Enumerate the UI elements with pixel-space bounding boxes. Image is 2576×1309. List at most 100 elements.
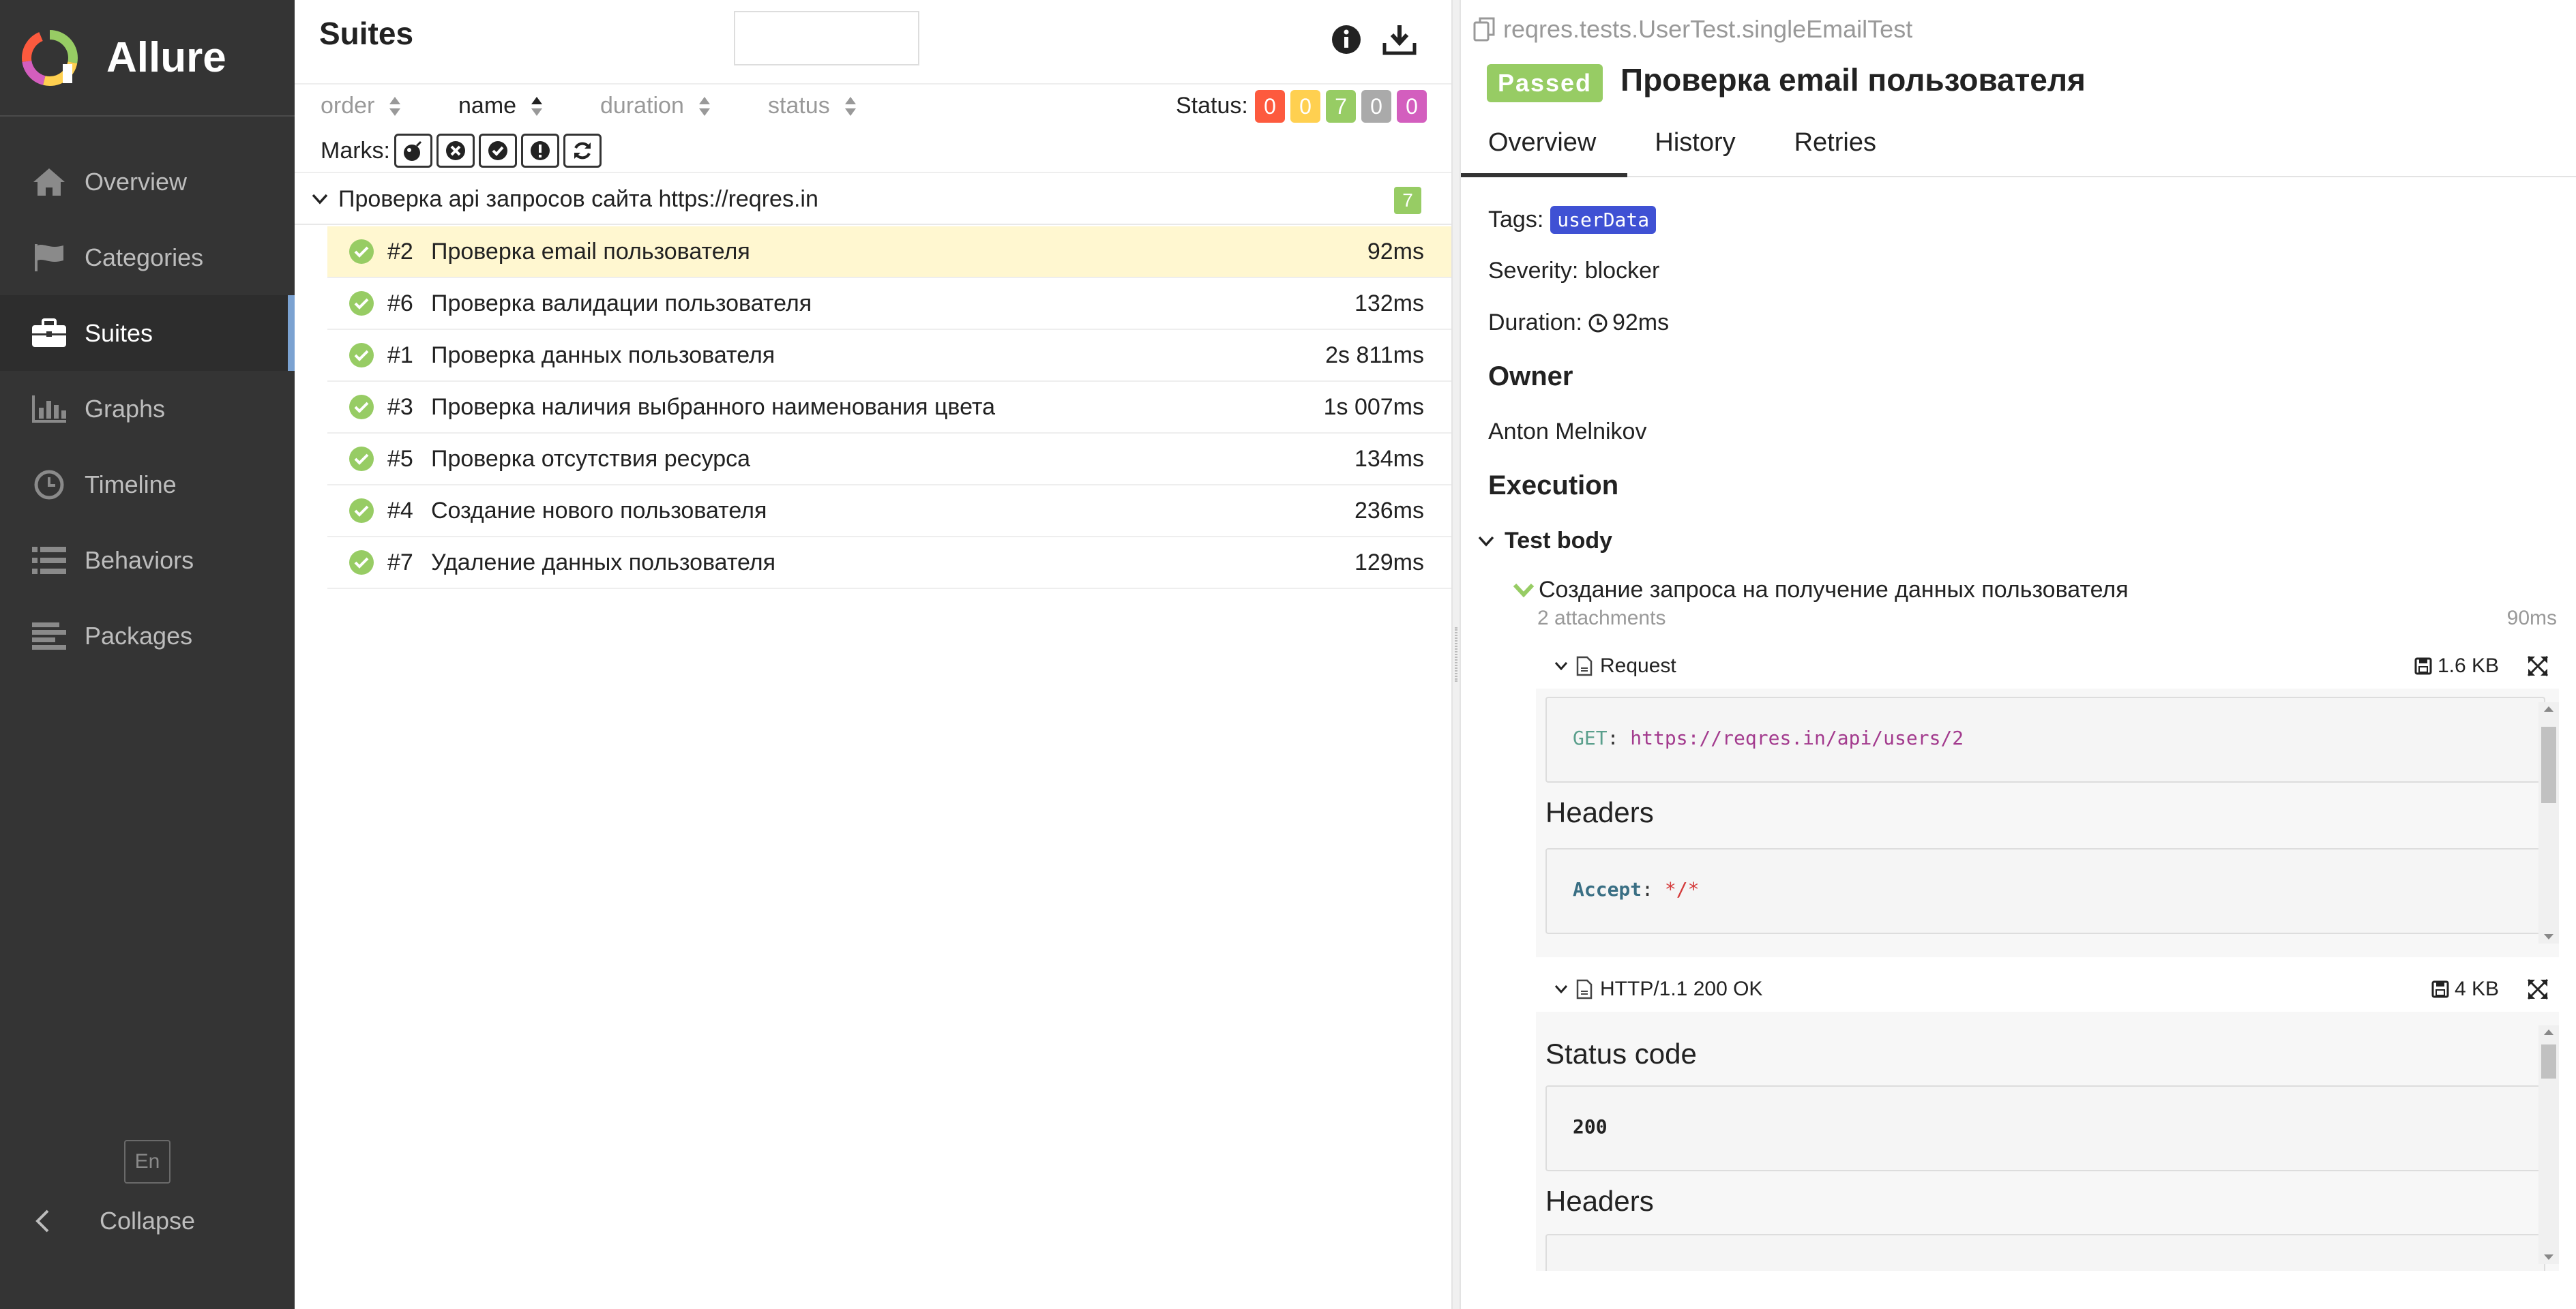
attachment-name: HTTP/1.1 200 OK [1600, 978, 1763, 1000]
scrollbar-thumb[interactable] [2541, 727, 2556, 803]
suite-group-row[interactable]: Проверка api запросов сайта https://reqr… [295, 175, 1451, 225]
attachment-name: Request [1600, 654, 1676, 677]
refresh-icon [574, 142, 591, 160]
sidebar-item-label: Categories [85, 243, 204, 271]
test-row[interactable]: #6 Проверка валидации пользователя 132ms [327, 278, 1451, 330]
tab-overview[interactable]: Overview [1461, 119, 1628, 177]
sort-name[interactable]: name [458, 93, 544, 119]
info-button[interactable] [1326, 19, 1367, 60]
check-circle-icon [349, 498, 374, 523]
chevron-down-icon [1554, 985, 1568, 994]
attachment-size: 4 KB [2431, 978, 2499, 1001]
sort-label: name [458, 93, 517, 119]
test-name: Проверка данных пользователя [431, 342, 775, 368]
request-scrollbar[interactable] [2538, 702, 2559, 944]
status-badge-broken[interactable]: 0 [1290, 90, 1320, 123]
status-badge-skipped[interactable]: 0 [1361, 90, 1391, 123]
sort-bar: order name duration status Status: 0 0 7… [295, 83, 1451, 130]
severity-label: Severity: [1488, 258, 1579, 284]
sidebar-item-categories[interactable]: Categories [0, 220, 295, 295]
test-body-toggle[interactable]: Test body [1477, 528, 1612, 554]
sort-order[interactable]: order [321, 93, 402, 119]
chevron-down-icon [1554, 662, 1568, 671]
brand[interactable]: Allure [0, 0, 295, 117]
suite-group-count: 7 [1394, 187, 1421, 214]
test-name: Создание нового пользователя [431, 497, 767, 524]
test-name: Удаление данных пользователя [431, 549, 776, 575]
sort-icon [531, 96, 543, 116]
test-row[interactable]: #3 Проверка наличия выбранного наименован… [327, 382, 1451, 434]
sort-status[interactable]: status [768, 93, 857, 119]
mark-new-broken-button[interactable] [521, 134, 559, 168]
status-badge-failed[interactable]: 0 [1255, 90, 1285, 123]
sidebar-item-behaviors[interactable]: Behaviors [0, 522, 295, 598]
save-icon [2414, 657, 2432, 675]
sidebar-item-overview[interactable]: Overview [0, 144, 295, 220]
pane-splitter[interactable] [1451, 0, 1461, 1309]
severity-row: Severity: blocker [1488, 258, 1659, 284]
copy-icon[interactable] [1472, 16, 1496, 43]
check-circle-icon [349, 291, 374, 316]
language-switcher[interactable]: En [124, 1140, 171, 1184]
severity-value: blocker [1584, 258, 1660, 284]
test-row[interactable]: #1 Проверка данных пользователя 2s 811ms [327, 330, 1451, 382]
chevron-down-icon [311, 193, 329, 205]
mark-flaky-button[interactable] [394, 134, 432, 168]
test-number: #7 [387, 549, 413, 575]
status-badge-unknown[interactable]: 0 [1397, 90, 1427, 123]
splitter-grip[interactable] [1455, 627, 1457, 682]
search-input[interactable] [734, 11, 919, 65]
clock-icon [30, 468, 68, 502]
mark-new-failed-button[interactable] [436, 134, 475, 168]
step-row[interactable]: Создание запроса на получение данных пол… [1513, 577, 2129, 603]
expand-icon[interactable] [2526, 978, 2549, 1001]
test-number: #5 [387, 445, 413, 472]
sidebar-item-timeline[interactable]: Timeline [0, 447, 295, 522]
mark-new-passed-button[interactable] [479, 134, 517, 168]
info-icon [1332, 25, 1361, 54]
test-row[interactable]: #2 Проверка email пользователя 92ms [327, 226, 1451, 278]
step-title: Создание запроса на получение данных пол… [1539, 577, 2129, 603]
tab-retries[interactable]: Retries [1767, 119, 1908, 177]
sort-icon [844, 96, 856, 116]
sort-label: order [321, 93, 375, 119]
list-icon [30, 543, 68, 577]
collapse-button[interactable]: Collapse [34, 1204, 195, 1238]
test-row[interactable]: #5 Проверка отсутствия ресурса 134ms [327, 434, 1451, 485]
bar-chart-icon [30, 392, 68, 426]
step-duration: 90ms [2506, 607, 2557, 629]
execution-heading: Execution [1488, 470, 1619, 500]
status-badge-passed[interactable]: 7 [1326, 90, 1356, 123]
sidebar: Allure Overview Categories Suites Graphs [0, 0, 295, 1309]
check-circle-icon [349, 239, 374, 264]
scrollbar-thumb[interactable] [2541, 1044, 2556, 1079]
chevron-down-icon [1513, 583, 1535, 597]
sidebar-item-graphs[interactable]: Graphs [0, 371, 295, 447]
page-title: Suites [319, 16, 414, 51]
mark-retries-button[interactable] [563, 134, 602, 168]
attachment-response-header[interactable]: HTTP/1.1 200 OK 4 KB [1544, 967, 2560, 1012]
suite-group-name: Проверка api запросов сайта https://reqr… [338, 185, 818, 212]
test-row[interactable]: #7 Удаление данных пользователя 129ms [327, 537, 1451, 589]
attachment-request-header[interactable]: Request 1.6 KB [1544, 644, 2560, 689]
test-duration: 129ms [1354, 549, 1424, 575]
tab-history[interactable]: History [1627, 119, 1766, 177]
expand-icon[interactable] [2526, 654, 2549, 678]
sidebar-item-packages[interactable]: Packages [0, 598, 295, 674]
status-filter-label: Status: [1176, 93, 1248, 119]
times-circle-icon [446, 141, 465, 160]
sidebar-nav: Overview Categories Suites Graphs Timeli… [0, 144, 295, 674]
brand-name: Allure [106, 34, 226, 81]
request-headers-box: Accept: */* [1545, 848, 2545, 934]
test-row[interactable]: #4 Создание нового пользователя 236ms [327, 485, 1451, 537]
briefcase-icon [30, 316, 68, 350]
status-badge: Passed [1487, 64, 1603, 102]
sidebar-item-suites[interactable]: Suites [0, 295, 295, 371]
sidebar-item-label: Packages [85, 621, 193, 650]
scroll-down-icon [2544, 934, 2553, 939]
request-headers-heading: Headers [1545, 796, 1654, 828]
request-method: GET [1573, 727, 1608, 749]
download-button[interactable] [1379, 19, 1420, 60]
response-scrollbar[interactable] [2538, 1025, 2559, 1264]
sort-duration[interactable]: duration [600, 93, 711, 119]
